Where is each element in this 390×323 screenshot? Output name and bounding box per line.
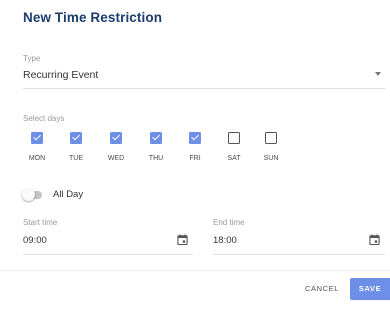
day-label-tue: TUE [69, 155, 83, 162]
end-time-underline [213, 254, 385, 255]
all-day-label: All Day [53, 189, 84, 200]
day-selector: MON TUE WED THU FRI SAT SUN [23, 130, 293, 170]
day-label-fri: FRI [189, 155, 201, 162]
end-time-field[interactable]: End time 18:00 [213, 215, 385, 255]
new-time-restriction-dialog: New Time Restriction Type Recurring Even… [0, 0, 390, 323]
checkbox-thu[interactable] [150, 132, 162, 144]
day-wed[interactable]: WED [102, 130, 132, 170]
checkbox-fri[interactable] [189, 132, 201, 144]
day-fri[interactable]: FRI [181, 130, 211, 170]
type-select[interactable]: Type Recurring Event [23, 51, 385, 89]
checkbox-mon[interactable] [31, 132, 43, 144]
day-label-sun: SUN [263, 155, 279, 162]
day-label-wed: WED [107, 155, 125, 162]
day-thu[interactable]: THU [142, 130, 172, 170]
checkbox-sun[interactable] [265, 132, 277, 144]
type-label: Type [23, 54, 41, 63]
day-label-thu: THU [148, 155, 164, 162]
type-value: Recurring Event [23, 69, 99, 81]
all-day-toggle[interactable]: All Day [22, 187, 142, 203]
start-time-field[interactable]: Start time 09:00 [23, 215, 193, 255]
start-time-value[interactable]: 09:00 [23, 235, 47, 246]
cancel-button[interactable]: CANCEL [296, 278, 348, 300]
caret-down-icon[interactable] [375, 72, 381, 76]
day-label-sat: SAT [227, 155, 241, 162]
calendar-icon[interactable] [177, 234, 188, 245]
checkbox-tue[interactable] [70, 132, 82, 144]
end-time-value[interactable]: 18:00 [213, 235, 237, 246]
end-time-label: End time [213, 218, 245, 227]
select-days-label: Select days [23, 114, 65, 123]
dialog-title: New Time Restriction [23, 10, 163, 25]
day-mon[interactable]: MON [23, 130, 53, 170]
save-button[interactable]: SAVE [350, 278, 390, 300]
day-sun[interactable]: SUN [257, 130, 287, 170]
start-time-underline [23, 254, 193, 255]
type-underline [23, 88, 385, 89]
day-sat[interactable]: SAT [220, 130, 250, 170]
day-tue[interactable]: TUE [62, 130, 92, 170]
toggle-thumb[interactable] [22, 188, 35, 201]
checkbox-wed[interactable] [110, 132, 122, 144]
footer-divider [0, 270, 390, 271]
checkbox-sat[interactable] [228, 132, 240, 144]
day-label-mon: MON [28, 155, 46, 162]
start-time-label: Start time [23, 218, 58, 227]
calendar-icon[interactable] [369, 234, 380, 245]
